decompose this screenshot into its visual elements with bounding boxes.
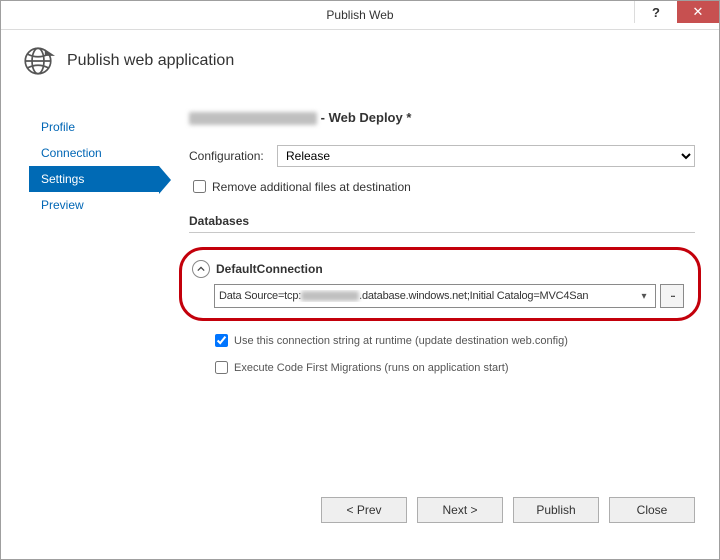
connection-string-value: Data Source=tcp:.database.windows.net;In… [219,290,637,302]
use-runtime-checkbox[interactable] [215,334,228,347]
databases-rule [189,232,695,233]
exec-migrations-checkbox[interactable] [215,361,228,374]
sidebar-item-connection[interactable]: Connection [29,140,159,166]
globe-icon [21,44,55,78]
connection-string-row: Data Source=tcp:.database.windows.net;In… [214,284,684,308]
configuration-select[interactable]: Release [277,145,695,167]
sidebar-item-preview[interactable]: Preview [29,192,159,218]
window-title: Publish Web [326,8,393,22]
wizard-sidebar: Profile Connection Settings Preview [29,88,159,478]
chevron-down-icon: ▾ [637,291,651,302]
remove-additional-checkbox[interactable] [193,180,206,193]
dialog-header: Publish web application [1,30,719,88]
databases-heading: Databases [189,214,695,228]
dialog-body: Profile Connection Settings Preview - We… [1,88,719,478]
remove-additional-row: Remove additional files at destination [189,177,695,196]
titlebar: Publish Web ? ✕ [1,1,719,30]
close-button[interactable]: Close [609,497,695,523]
callout-ring: DefaultConnection Data Source=tcp:.datab… [179,247,701,321]
next-button[interactable]: Next > [417,497,503,523]
redacted-server-name [301,291,359,301]
sidebar-item-profile[interactable]: Profile [29,114,159,140]
dialog-footer: < Prev Next > Publish Close [1,478,719,559]
use-runtime-label: Use this connection string at runtime (u… [234,335,568,347]
exec-migrations-label: Execute Code First Migrations (runs on a… [234,362,509,374]
ellipsis-icon: ... [670,290,674,296]
use-runtime-row: Use this connection string at runtime (u… [211,331,695,350]
redacted-profile-name [189,112,317,125]
profile-summary: - Web Deploy * [189,110,695,125]
connection-name: DefaultConnection [216,262,323,276]
connection-header[interactable]: DefaultConnection [192,260,684,278]
connection-string-combo[interactable]: Data Source=tcp:.database.windows.net;In… [214,284,656,308]
publish-button[interactable]: Publish [513,497,599,523]
chevron-up-icon [192,260,210,278]
exec-migrations-row: Execute Code First Migrations (runs on a… [211,358,695,377]
settings-panel: - Web Deploy * Configuration: Release Re… [159,88,701,478]
remove-additional-label: Remove additional files at destination [212,180,411,194]
publish-web-dialog: Publish Web ? ✕ Publish web application … [0,0,720,560]
close-icon: ✕ [693,4,704,20]
help-button[interactable]: ? [634,1,677,23]
configuration-row: Configuration: Release [189,145,695,167]
window-controls: ? ✕ [634,1,719,29]
prev-button[interactable]: < Prev [321,497,407,523]
close-window-button[interactable]: ✕ [677,1,719,23]
deploy-method-label: - Web Deploy * [321,110,412,125]
configuration-label: Configuration: [189,149,277,163]
connection-string-browse-button[interactable]: ... [660,284,684,308]
dialog-heading: Publish web application [67,52,234,70]
help-icon: ? [652,5,660,20]
sidebar-item-settings[interactable]: Settings [29,166,159,192]
